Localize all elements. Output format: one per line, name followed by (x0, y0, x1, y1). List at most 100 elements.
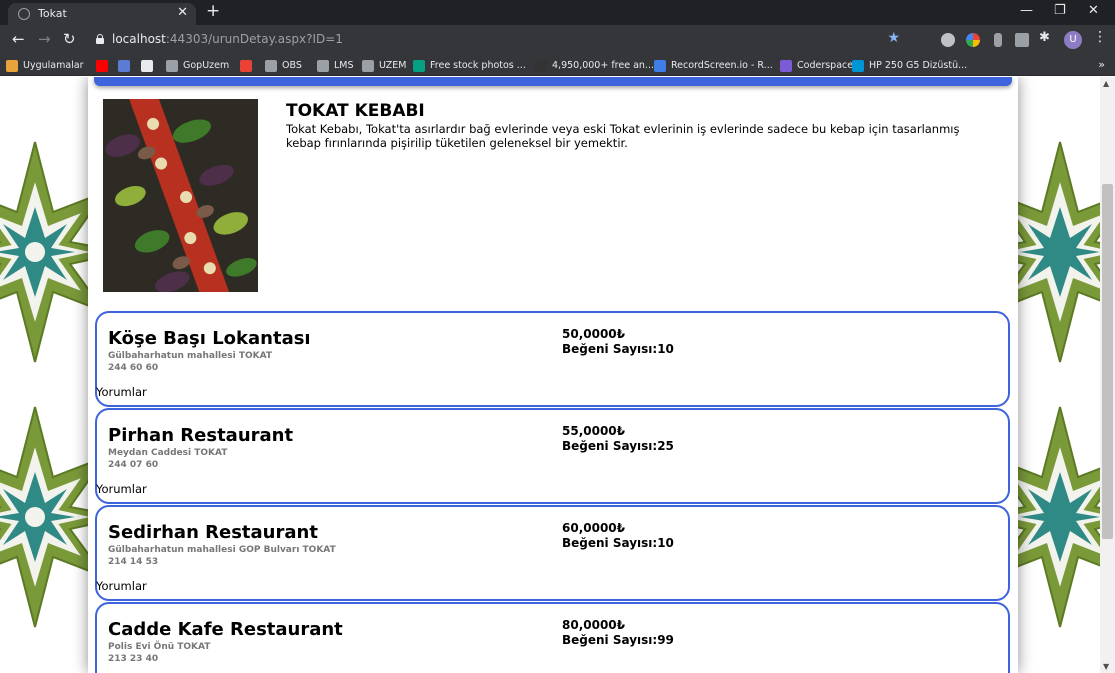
bookmark-item[interactable]: GopUzem (166, 58, 229, 73)
browser-titlebar: Tokat ✕ + — ❐ ✕ (0, 0, 1115, 25)
restaurant-phone: 244 60 60 (108, 363, 159, 373)
product-description: Tokat Kebabı, Tokat'ta asırlardır bağ ev… (286, 122, 960, 150)
bookmark-item[interactable]: LMS (317, 58, 354, 73)
bookmark-label: Uygulamalar (23, 60, 84, 71)
github-icon (141, 59, 153, 72)
header-bar (94, 77, 1012, 86)
lock-icon (96, 34, 104, 44)
restaurant-address: Gülbaharhatun mahallesi TOKAT (108, 351, 272, 361)
record-icon (654, 59, 666, 72)
back-arrow-icon[interactable]: ← (12, 30, 25, 48)
bookmark-icon (118, 59, 130, 72)
bookmark-item[interactable]: OBS (265, 58, 302, 73)
bookmark-item[interactable]: Coderspace (780, 58, 853, 73)
restaurant-card: Cadde Kafe Restaurant Polis Evi Önü TOKAT… (95, 602, 1010, 673)
restaurant-phone: 214 14 53 (108, 557, 159, 567)
bookmark-item[interactable] (118, 58, 135, 73)
restore-icon[interactable]: ❐ (1054, 3, 1066, 18)
restaurant-price: 80,0000₺ (562, 618, 626, 632)
page-icon (166, 59, 178, 72)
bookmark-item[interactable]: HP 250 G5 Dizüstü... (852, 58, 967, 73)
browser-toolbar: ← → ↻ localhost:44303/urunDetay.aspx?ID=… (0, 25, 1115, 55)
restaurant-likes: Beğeni Sayısı:10 (562, 342, 674, 356)
bookmark-label: HP 250 G5 Dizüstü... (869, 60, 968, 71)
page-viewport: TOKAT KEBABI Tokat Kebabı, Tokat'ta asır… (0, 77, 1100, 673)
bookmark-item[interactable]: RecordScreen.io - R... (654, 58, 773, 73)
puzzle-icon[interactable]: ✱ (1039, 30, 1053, 45)
reload-icon[interactable]: ↻ (63, 30, 76, 48)
bookmark-label: Coderspace (797, 60, 854, 71)
ornament-left-bottom (0, 406, 100, 628)
bookmark-item[interactable]: Free stock photos ... (413, 58, 526, 73)
extension-icon[interactable] (966, 33, 980, 47)
bookmark-item[interactable]: 4,950,000+ free an... (535, 58, 654, 73)
bookmark-label: 4,950,000+ free an... (552, 60, 654, 71)
restaurant-phone: 244 07 60 (108, 460, 159, 470)
bookmark-label: Free stock photos ... (430, 60, 526, 71)
restaurant-name: Köşe Başı Lokantası (108, 328, 311, 349)
browser-tab[interactable]: Tokat ✕ (8, 3, 196, 25)
window-close-icon[interactable]: ✕ (1088, 3, 1099, 18)
comments-link[interactable]: Yorumlar (96, 385, 147, 399)
star-icon[interactable]: ★ (887, 30, 900, 46)
bookmarks-bar: Uygulamalar GopUzem OBS LMS UZEM Free stock p… (0, 55, 1115, 76)
page-icon (317, 59, 329, 72)
restaurant-likes: Beğeni Sayısı:99 (562, 633, 674, 647)
restaurant-card: Sedirhan Restaurant Gülbaharhatun mahalle… (95, 505, 1010, 601)
globe-icon (18, 8, 30, 20)
restaurant-name: Sedirhan Restaurant (108, 522, 318, 543)
address-bar[interactable]: localhost:44303/urunDetay.aspx?ID=1 ★ (88, 29, 908, 51)
bookmark-item[interactable] (240, 58, 257, 73)
adblock-icon[interactable] (941, 33, 955, 47)
restaurant-price: 50,0000₺ (562, 327, 626, 341)
page-icon (362, 59, 374, 72)
url-host: localhost (112, 32, 166, 46)
restaurant-address: Meydan Caddesi TOKAT (108, 448, 228, 458)
new-tab-icon[interactable]: + (206, 1, 220, 21)
bookmark-label: LMS (334, 60, 354, 71)
bookmark-item[interactable] (96, 58, 113, 73)
forward-arrow-icon[interactable]: → (38, 30, 51, 48)
restaurant-price: 55,0000₺ (562, 424, 626, 438)
scroll-down-icon[interactable]: ▼ (1103, 662, 1109, 671)
restaurant-address: Polis Evi Önü TOKAT (108, 642, 211, 652)
product-title: TOKAT KEBABI (286, 101, 425, 121)
comments-link[interactable]: Yorumlar (96, 482, 147, 496)
bulb-icon[interactable] (994, 33, 1002, 47)
restaurant-card: Köşe Başı Lokantası Gülbaharhatun mahalle… (95, 311, 1010, 407)
restaurant-name: Pirhan Restaurant (108, 425, 294, 446)
avatar[interactable]: U (1064, 31, 1082, 49)
menu-icon[interactable]: ⋮ (1093, 29, 1107, 45)
media-icon[interactable] (1015, 33, 1029, 47)
bookmarks-overflow-icon[interactable]: » (1098, 58, 1105, 71)
apps-grid-icon (6, 59, 18, 72)
ornament-right-bottom (1015, 406, 1100, 628)
comments-link[interactable]: Yorumlar (96, 579, 147, 593)
restaurant-name: Cadde Kafe Restaurant (108, 619, 343, 640)
main-content: TOKAT KEBABI Tokat Kebabı, Tokat'ta asır… (88, 77, 1018, 673)
coderspace-icon (780, 59, 792, 72)
scroll-thumb[interactable] (1102, 184, 1113, 539)
bookmark-item[interactable]: UZEM (362, 58, 407, 73)
restaurant-card: Pirhan Restaurant Meydan Caddesi TOKAT 244… (95, 408, 1010, 504)
hp-icon (852, 59, 864, 72)
minimize-icon[interactable]: — (1020, 3, 1033, 18)
bookmark-label: RecordScreen.io - R... (671, 60, 773, 71)
url-path: :44303/urunDetay.aspx?ID=1 (165, 32, 343, 46)
restaurant-phone: 213 23 40 (108, 654, 159, 664)
bookmark-item[interactable]: Uygulamalar (6, 58, 84, 73)
restaurant-price: 60,0000₺ (562, 521, 626, 535)
bookmark-label: UZEM (379, 60, 407, 71)
scroll-up-icon[interactable]: ▲ (1103, 79, 1109, 88)
restaurant-likes: Beğeni Sayısı:25 (562, 439, 674, 453)
close-icon[interactable]: ✕ (177, 5, 188, 20)
pixabay-icon (535, 59, 547, 72)
restaurant-address: Gülbaharhatun mahallesi GOP Bulvarı TOKA… (108, 545, 336, 555)
bookmark-label: OBS (282, 60, 302, 71)
restaurant-likes: Beğeni Sayısı:10 (562, 536, 674, 550)
bookmark-item[interactable] (141, 58, 158, 73)
pexels-icon (413, 59, 425, 72)
product-image (103, 99, 258, 292)
scrollbar[interactable]: ▲ ▼ (1100, 77, 1115, 673)
globe-icon (265, 59, 277, 72)
